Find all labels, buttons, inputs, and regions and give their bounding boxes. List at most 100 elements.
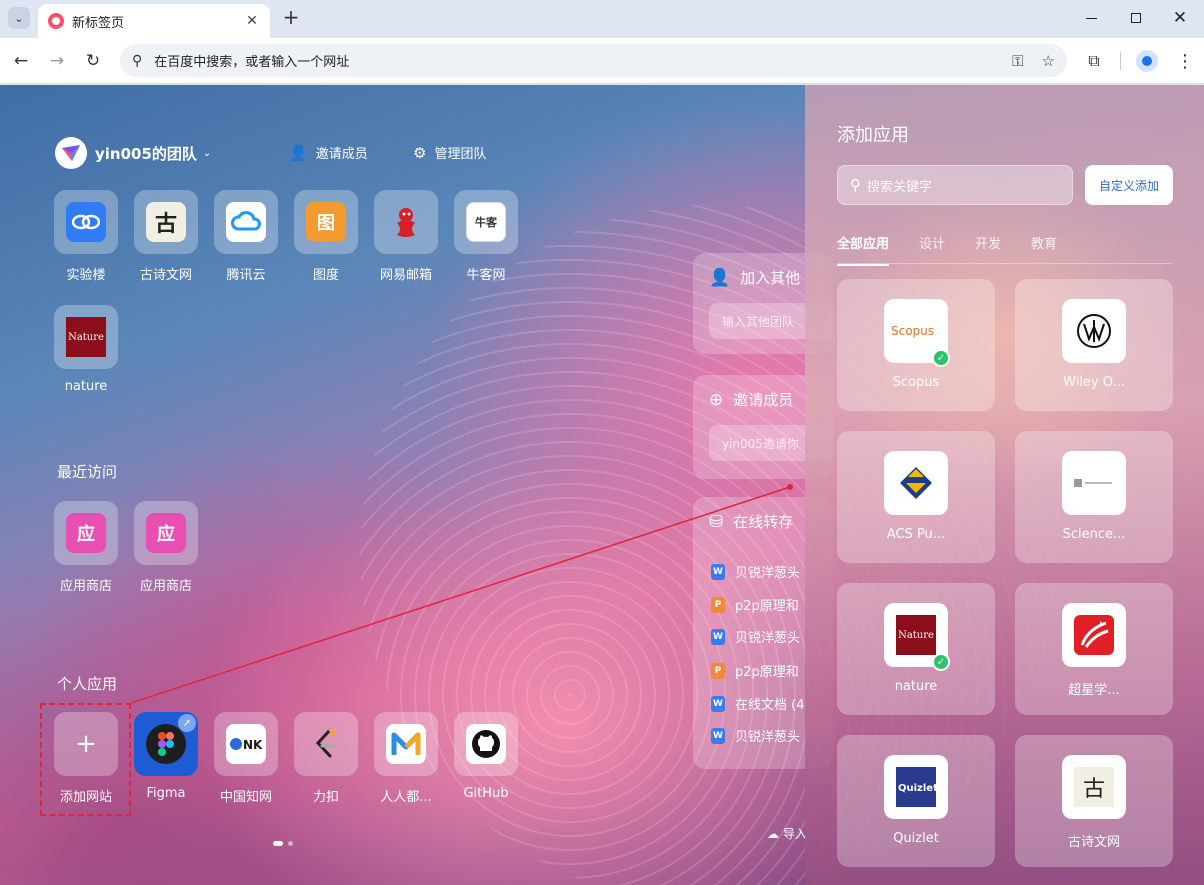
search-icon: ⚲ [132, 52, 143, 69]
tab-strip: ⌄ 新标签页 ✕ + ✕ [0, 0, 1204, 38]
app-card-wiley[interactable]: Wiley O... [1015, 279, 1173, 411]
extensions-button[interactable]: ⧉ [1081, 48, 1107, 74]
star-icon[interactable]: ☆ [1042, 52, 1055, 70]
app-tile-netease-mail[interactable]: 网易邮箱 [366, 190, 446, 283]
add-website-button[interactable]: + 添加网站 [46, 712, 126, 805]
quizlet-icon: Quizlet [884, 755, 948, 819]
custom-add-button[interactable]: 自定义添加 [1085, 165, 1173, 205]
app-card-science[interactable]: Science... [1015, 431, 1173, 563]
doc-item[interactable]: W 贝锐洋葱头 [711, 726, 800, 745]
app-card-chaoxing[interactable]: 超星学... [1015, 583, 1173, 715]
svg-text:Scopus: Scopus [891, 324, 934, 338]
github-icon [466, 724, 506, 764]
chevron-down-icon: ⌄ [202, 147, 212, 159]
card-label: nature [894, 679, 938, 694]
app-store-icon: 应 [66, 513, 106, 553]
new-tab-page: yin005的团队 ⌄ 👤 邀请成员 ⚙ 管理团队 实验楼 古 古诗文网 腾讯云… [0, 85, 1204, 885]
scopus-icon: Scopus ✓ [884, 299, 950, 367]
invite-members-button[interactable]: 👤 邀请成员 [289, 143, 368, 163]
doc-item[interactable]: W 在线文档 (4 [711, 694, 804, 713]
tencent-cloud-icon [226, 202, 266, 242]
wiley-icon [1062, 299, 1126, 363]
tab-search-button[interactable]: ⌄ [8, 7, 30, 29]
app-tile-nowcoder[interactable]: 牛客 牛客网 [446, 190, 526, 283]
maximize-button[interactable] [1121, 6, 1151, 30]
tab-all-apps[interactable]: 全部应用 [837, 233, 890, 266]
app-tile-app-store[interactable]: 应 应用商店 [126, 501, 206, 594]
manage-team-button[interactable]: ⚙ 管理团队 [413, 143, 486, 163]
doc-name: p2p原理和 [735, 665, 799, 680]
team-logo-icon [55, 137, 87, 169]
app-label: 应用商店 [139, 579, 192, 594]
app-tile-cnki[interactable]: NKI 中国知网 [206, 712, 286, 805]
minimize-button[interactable] [1076, 6, 1106, 30]
app-tile-gushiwen[interactable]: 古 古诗文网 [126, 190, 206, 283]
app-card-acs[interactable]: ACS Pu... [837, 431, 995, 563]
import-button[interactable]: ☁ 导入 [767, 825, 807, 842]
app-tile-figma[interactable]: ➚ Figma [126, 712, 206, 801]
app-card-scopus[interactable]: Scopus ✓ Scopus [837, 279, 995, 411]
address-bar[interactable]: ⚲ 在百度中搜索，或者输入一个网址 ⚿ ☆ [120, 44, 1067, 77]
app-label: 应用商店 [59, 579, 112, 594]
word-doc-icon: W [711, 727, 725, 744]
tab-education[interactable]: 教育 [1031, 233, 1057, 266]
app-label: 人人都... [380, 790, 432, 805]
gushiwen-icon: 古 [1062, 755, 1126, 819]
profile-button[interactable] [1134, 48, 1160, 74]
app-tile-renrendou[interactable]: 人人都... [366, 712, 446, 805]
gushiwen-icon: 古 [146, 202, 186, 242]
doc-item[interactable]: Pp2p原理和 [711, 595, 799, 614]
app-tile-tudu[interactable]: 图 图度 [286, 190, 366, 283]
tab-new-tab[interactable]: 新标签页 ✕ [38, 4, 270, 38]
reload-button[interactable]: ↻ [80, 48, 106, 74]
cloud-upload-icon: ☁ [767, 827, 779, 841]
forward-button[interactable]: → [44, 48, 70, 74]
app-tile-app-store[interactable]: 应 应用商店 [46, 501, 126, 594]
import-label: 导入 [782, 827, 807, 841]
app-tile-tencent-cloud[interactable]: 腾讯云 [206, 190, 286, 283]
app-tile-nature[interactable]: Nature nature [46, 305, 126, 394]
page-dot[interactable] [288, 841, 293, 846]
add-user-icon: 👤 [709, 267, 731, 288]
chevron-down-icon: ⌄ [14, 11, 24, 25]
tab-design[interactable]: 设计 [919, 233, 945, 266]
app-tile-github[interactable]: GitHub [446, 712, 526, 801]
key-icon[interactable]: ⚿ [1012, 52, 1023, 70]
more-menu-button[interactable]: ⋮ [1172, 48, 1198, 74]
app-tile-leetcode[interactable]: 力扣 [286, 712, 366, 805]
app-tile-shiyanlou[interactable]: 实验楼 [46, 190, 126, 283]
card-label: Scopus [892, 375, 940, 390]
app-card-nature[interactable]: Nature ✓ nature [837, 583, 995, 715]
app-label: nature [64, 379, 108, 394]
team-switcher[interactable]: yin005的团队 ⌄ [55, 137, 211, 169]
doc-item[interactable]: W 贝锐洋葱头 [711, 562, 800, 581]
card-label: 古诗文网 [1067, 835, 1120, 850]
puzzle-icon: ⧉ [1088, 51, 1100, 70]
doc-item[interactable]: Pp2p原理和 [711, 661, 799, 680]
close-icon[interactable]: ✕ [244, 13, 260, 29]
nowcoder-icon: 牛客 [466, 202, 506, 242]
invite-members-label: 邀请成员 [315, 147, 368, 162]
personal-section-title: 个人应用 [57, 675, 118, 693]
new-tab-button[interactable]: + [280, 6, 302, 28]
word-doc-icon: W [711, 695, 725, 712]
app-label: 古诗文网 [139, 268, 192, 283]
netease-mail-icon [386, 202, 426, 242]
ppt-doc-icon: P [711, 662, 725, 679]
add-app-panel: 添加应用 ⚲ 搜索关键字 自定义添加 全部应用 设计 开发 教育 Scopus … [805, 85, 1204, 885]
card-label: ACS Pu... [886, 527, 946, 542]
page-dot-active[interactable] [273, 841, 283, 846]
doc-name: 在线文档 (4 [735, 698, 805, 713]
svg-text:NKI: NKI [243, 738, 263, 752]
doc-name: 贝锐洋葱头 [735, 730, 801, 745]
app-card-quizlet[interactable]: Quizlet Quizlet [837, 735, 995, 867]
tab-develop[interactable]: 开发 [975, 233, 1001, 266]
invite-icon: ⊕ [709, 389, 724, 410]
app-search-input[interactable]: ⚲ 搜索关键字 [837, 165, 1073, 205]
nature-icon: Nature [66, 317, 106, 357]
window-close-button[interactable]: ✕ [1165, 6, 1195, 30]
back-button[interactable]: ← [8, 48, 34, 74]
app-card-gushiwen[interactable]: 古 古诗文网 [1015, 735, 1173, 867]
doc-item[interactable]: W 贝锐洋葱头 [711, 627, 800, 646]
page-indicator[interactable] [273, 841, 293, 846]
